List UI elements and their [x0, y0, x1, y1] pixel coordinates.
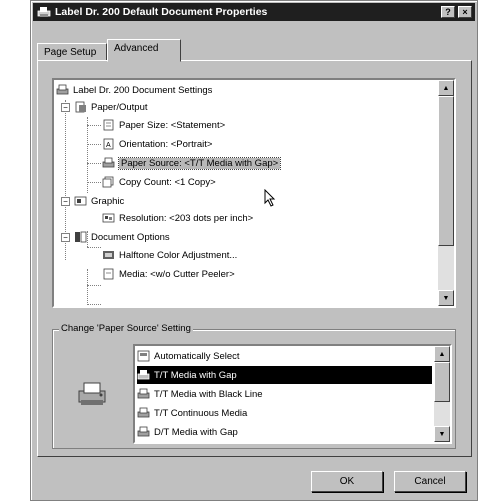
properties-dialog: Label Dr. 200 Default Document Propertie… — [30, 0, 478, 501]
tab-advanced[interactable]: Advanced — [107, 39, 181, 62]
printer-app-icon — [37, 7, 51, 17]
printer-icon — [137, 370, 150, 380]
tree-item-halftone-label: Halftone Color Adjustment... — [119, 249, 238, 261]
list-item-label: T/T Media with Black Line — [154, 388, 263, 400]
change-setting-group: Change 'Paper Source' Setting Automatica… — [52, 323, 456, 449]
list-item-label: T/T Media with Gap — [154, 369, 237, 381]
copy-count-icon — [102, 176, 114, 188]
tree-item-orientation[interactable]: A Orientation: <Portrait> — [102, 136, 212, 152]
auto-select-icon — [137, 350, 150, 362]
list-item-tt-media-black-line[interactable]: T/T Media with Black Line — [137, 385, 432, 403]
list-scrollbar[interactable]: ▲ ▼ — [434, 346, 450, 442]
tree-item-resolution[interactable]: Resolution: <203 dots per inch> — [102, 210, 253, 226]
list-item-tt-media-gap[interactable]: T/T Media with Gap — [137, 366, 432, 384]
printer-large-icon — [78, 382, 106, 405]
graphic-icon — [74, 196, 87, 206]
collapse-paper-output-toggle[interactable]: − — [61, 103, 70, 112]
orientation-icon: A — [103, 138, 114, 150]
tab-page-setup-label: Page Setup — [44, 47, 97, 58]
printer-icon — [137, 388, 150, 399]
tree-root[interactable]: Label Dr. 200 Document Settings — [56, 82, 212, 98]
tree-item-document-options-label: Document Options — [91, 231, 170, 243]
mouse-pointer-icon — [264, 189, 276, 207]
collapse-graphic-toggle[interactable]: − — [61, 197, 70, 206]
tree-root-label: Label Dr. 200 Document Settings — [73, 84, 213, 96]
tree-item-paper-size-label: Paper Size: <Statement> — [119, 119, 226, 131]
collapse-document-options-toggle[interactable]: − — [61, 233, 70, 242]
printer-icon — [137, 426, 150, 437]
settings-tree[interactable]: Label Dr. 200 Document Settings − Paper/… — [52, 78, 456, 308]
tree-item-graphic[interactable]: Graphic — [74, 193, 124, 209]
scroll-down-arrow-icon[interactable]: ▼ — [438, 290, 454, 306]
window-title: Label Dr. 200 Default Document Propertie… — [55, 6, 268, 18]
tree-item-halftone[interactable]: Halftone Color Adjustment... — [102, 247, 237, 263]
printer-icon — [102, 157, 115, 168]
list-scroll-thumb[interactable] — [434, 362, 450, 402]
tree-item-orientation-label: Orientation: <Portrait> — [119, 138, 213, 150]
list-item-label: Automatically Select — [154, 350, 240, 362]
printer-icon — [137, 407, 150, 418]
list-item-label: T/T Continuous Media — [154, 407, 248, 419]
paper-source-listbox[interactable]: Automatically Select T/T Media with Gap … — [133, 344, 452, 444]
cancel-button[interactable]: Cancel — [394, 471, 466, 492]
list-scroll-down-arrow-icon[interactable]: ▼ — [434, 426, 450, 442]
printer-settings-icon — [56, 84, 69, 95]
tree-item-media[interactable]: Media: <w/o Cutter Peeler> — [102, 266, 235, 282]
document-options-icon — [75, 231, 87, 243]
list-item-automatically-select[interactable]: Automatically Select — [137, 347, 432, 365]
tree-item-paper-size[interactable]: Paper Size: <Statement> — [102, 117, 225, 133]
tree-item-graphic-label: Graphic — [91, 195, 125, 207]
tree-item-paper-source[interactable]: Paper Source: <T/T Media with Gap> — [102, 155, 282, 171]
list-item-label: D/T Media with Gap — [154, 426, 238, 438]
media-icon — [103, 268, 114, 280]
close-button[interactable]: × — [458, 6, 472, 18]
title-bar[interactable]: Label Dr. 200 Default Document Propertie… — [33, 3, 475, 21]
tree-scroll-thumb[interactable] — [438, 96, 454, 246]
tree-item-document-options[interactable]: Document Options — [74, 229, 170, 245]
list-scroll-up-arrow-icon[interactable]: ▲ — [434, 346, 450, 362]
tree-item-copy-count-label: Copy Count: <1 Copy> — [119, 176, 216, 188]
tab-advanced-label: Advanced — [114, 43, 159, 54]
scroll-up-arrow-icon[interactable]: ▲ — [438, 80, 454, 96]
tree-item-media-label: Media: <w/o Cutter Peeler> — [119, 268, 235, 280]
tab-page-setup[interactable]: Page Setup — [37, 43, 107, 61]
tree-item-paper-output-label: Paper/Output — [91, 101, 148, 113]
svg-text:A: A — [106, 142, 111, 149]
paper-size-icon — [103, 119, 114, 131]
paper-output-icon — [75, 101, 86, 113]
list-item-dt-media-gap[interactable]: D/T Media with Gap — [137, 423, 432, 441]
halftone-icon — [103, 251, 114, 259]
tree-item-paper-source-label: Paper Source: <T/T Media with Gap> — [117, 156, 282, 170]
tree-item-copy-count[interactable]: Copy Count: <1 Copy> — [102, 174, 216, 190]
advanced-panel: Label Dr. 200 Document Settings − Paper/… — [37, 60, 472, 457]
resolution-icon — [102, 213, 115, 223]
change-setting-label: Change 'Paper Source' Setting — [59, 323, 193, 334]
ok-button[interactable]: OK — [311, 471, 383, 492]
help-button[interactable]: ? — [441, 6, 455, 18]
tree-scrollbar[interactable]: ▲ ▼ — [438, 80, 454, 306]
tree-item-resolution-label: Resolution: <203 dots per inch> — [119, 212, 254, 224]
tree-item-paper-output[interactable]: Paper/Output — [74, 99, 148, 115]
list-item-tt-continuous-media[interactable]: T/T Continuous Media — [137, 404, 432, 422]
